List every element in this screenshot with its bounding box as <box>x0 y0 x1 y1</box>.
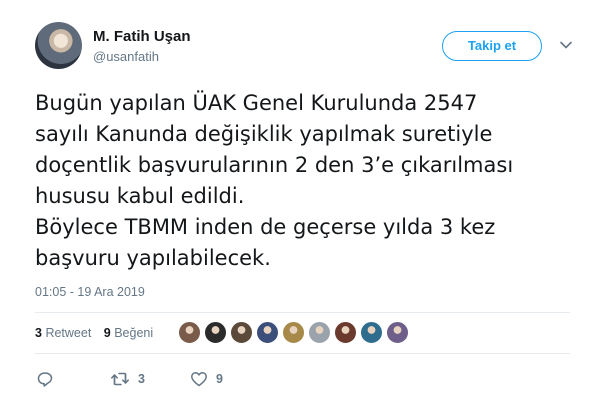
tweet-line: Bugün yapılan ÜAK Genel Kurulunda 2547 <box>35 91 478 115</box>
like-button[interactable]: 9 <box>190 368 223 390</box>
retweet-stat-count: 3 <box>35 326 42 340</box>
liker-avatar[interactable] <box>386 321 409 344</box>
liker-avatar[interactable] <box>360 321 383 344</box>
caret-down-icon[interactable] <box>559 38 573 52</box>
tweet-actions: 3 9 <box>0 368 605 390</box>
tweet-text: Bugün yapılan ÜAK Genel Kurulunda 2547 s… <box>35 88 595 274</box>
reply-icon <box>36 370 54 388</box>
engagement-stats: 3 Retweet 9 Beğeni <box>35 326 153 340</box>
liker-avatar[interactable] <box>256 321 279 344</box>
liker-avatar[interactable] <box>282 321 305 344</box>
heart-icon <box>190 370 208 388</box>
retweet-count: 3 <box>138 372 145 386</box>
retweet-button[interactable]: 3 <box>110 368 145 390</box>
like-stat[interactable]: 9 Beğeni <box>104 326 153 340</box>
liker-avatar[interactable] <box>204 321 227 344</box>
follow-button[interactable]: Takip et <box>442 31 542 61</box>
liker-avatar[interactable] <box>178 321 201 344</box>
author-avatar[interactable] <box>35 22 82 69</box>
tweet-line: başvuru yapılabilecek. <box>35 246 271 270</box>
tweet-line: doçentlik başvurularının 2 den 3’e çıkar… <box>35 153 514 177</box>
retweet-stat[interactable]: 3 Retweet <box>35 326 91 340</box>
liker-avatar[interactable] <box>230 321 253 344</box>
tweet-line: sayılı Kanunda değişiklik yapılmak suret… <box>35 122 493 146</box>
author-handle[interactable]: @usanfatih <box>93 49 159 64</box>
like-stat-label: Beğeni <box>114 326 154 340</box>
tweet-timestamp[interactable]: 01:05 - 19 Ara 2019 <box>35 285 145 299</box>
like-stat-count: 9 <box>103 326 111 340</box>
like-count: 9 <box>216 372 223 386</box>
liker-avatar[interactable] <box>308 321 331 344</box>
author-name[interactable]: M. Fatih Uşan <box>93 28 191 45</box>
tweet-line: Böylece TBMM inden de geçerse yılda 3 ke… <box>35 215 496 239</box>
tweet-line: hususu kabul edildi. <box>35 184 245 208</box>
retweet-stat-label: Retweet <box>45 326 92 340</box>
divider <box>35 312 570 313</box>
reply-button[interactable] <box>36 368 62 390</box>
retweet-icon <box>110 370 130 388</box>
divider <box>35 353 570 354</box>
liker-avatar[interactable] <box>334 321 357 344</box>
